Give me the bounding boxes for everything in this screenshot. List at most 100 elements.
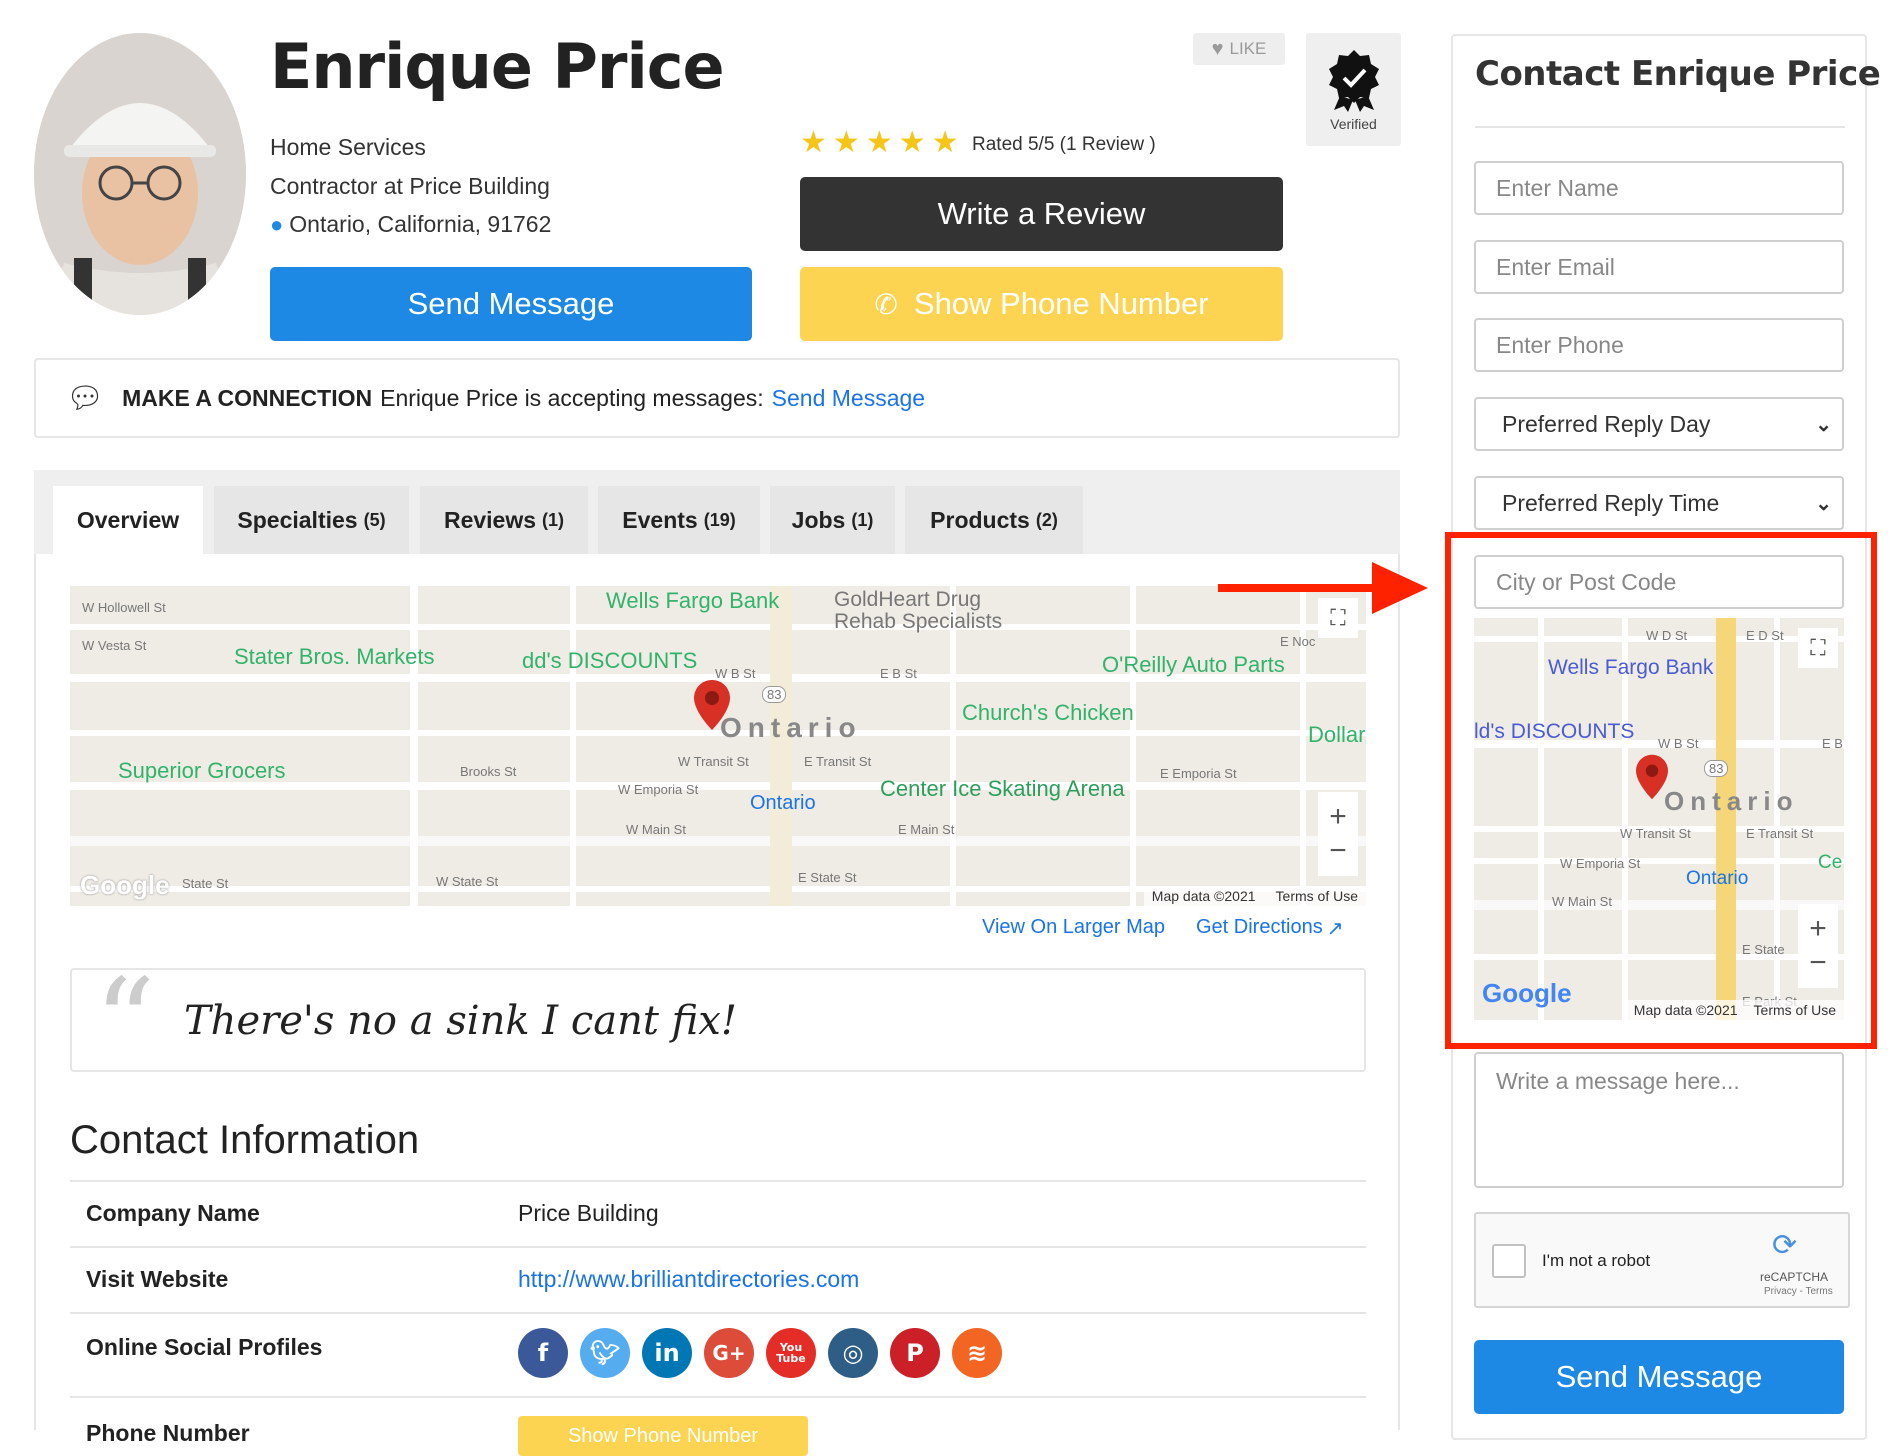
rating-text: Rated 5/5 (1 Review ) [972,134,1156,155]
city-label: Ontario [720,712,862,743]
reply-time-select[interactable]: Preferred Reply Time ⌄ [1474,476,1844,530]
zoom-in-button[interactable]: + [1329,800,1347,834]
send-message-button[interactable]: Send Message [270,267,752,341]
place-label[interactable]: Wells Fargo Bank [1548,656,1713,680]
connection-bar: 💬︎ MAKE A CONNECTION Enrique Price is ac… [34,358,1400,438]
zoom-in-button[interactable]: + [1809,912,1827,946]
place-label[interactable]: Superior Grocers [118,758,286,784]
place-label[interactable]: GoldHeart Drug [834,588,981,612]
location-map[interactable]: W Hollowell St W Vesta St W B St E B St … [70,586,1366,906]
profile-location: ● Ontario, California, 91762 [270,211,551,238]
tab-specialties[interactable]: Specialties (5) [214,486,409,554]
sidebar-map[interactable]: W D St E D St W B St E B W Transit St E … [1474,618,1844,1020]
recaptcha-logo-icon: ⟳ [1772,1229,1798,1262]
place-label[interactable]: dd's DISCOUNTS [522,648,697,674]
street-label: W Emporia St [1560,856,1641,871]
external-link-icon: ↗ [1326,918,1344,940]
recaptcha-label: I'm not a robot [1542,1251,1651,1270]
tab-count: (1) [542,509,565,530]
transit-label[interactable]: Ontario [750,792,816,815]
quote-text: There's no a sink I cant fix! [184,998,737,1044]
twitter-icon[interactable]: 🐦︎ [580,1328,630,1378]
zoom-out-button[interactable]: − [1809,946,1827,980]
rss-icon[interactable]: ≋ [952,1328,1002,1378]
place-label[interactable]: Church's Chicken [962,700,1134,726]
instagram-icon[interactable]: ◎ [828,1328,878,1378]
chevron-down-icon: ⌄ [1815,492,1832,515]
tab-count: (5) [363,509,386,530]
quote-box: “ There's no a sink I cant fix! [70,954,1366,1093]
map-road [950,586,956,906]
email-input[interactable]: Enter Email [1474,240,1844,294]
street-label: E Transit St [1746,826,1814,841]
phone-input[interactable]: Enter Phone [1474,318,1844,372]
transit-label[interactable]: Ontario [1686,868,1748,890]
city-postcode-input[interactable]: City or Post Code [1474,555,1844,609]
pinterest-icon[interactable]: P [890,1328,940,1378]
place-label[interactable]: Ce [1818,852,1842,874]
tab-jobs[interactable]: Jobs (1) [770,486,895,554]
tab-reviews[interactable]: Reviews (1) [420,486,588,554]
place-label[interactable]: Center Ice Skating Arena [880,776,1125,802]
show-phone-label: Show Phone Number [913,286,1209,321]
row-label: Online Social Profiles [86,1334,323,1360]
map-data-text: Map data ©2021 [1151,888,1256,904]
city-label: Ontario [1664,786,1799,816]
place-label: Rehab Specialists [834,610,1003,633]
star-icon: ★ [931,126,959,159]
tab-label: Jobs [791,506,846,533]
chevron-down-icon: ⌄ [1815,413,1832,436]
show-phone-small-button[interactable]: Show Phone Number [518,1416,808,1456]
map-marker-icon[interactable] [694,680,730,730]
map-road [410,586,418,906]
star-icon: ★ [865,126,893,159]
company-name-value: Price Building [518,1200,659,1226]
recaptcha-links[interactable]: Privacy - Terms [1764,1286,1833,1297]
divider [1475,126,1845,128]
zoom-out-button[interactable]: − [1329,834,1347,868]
terms-link[interactable]: Terms of Use [1276,888,1358,904]
website-link[interactable]: http://www.brilliantdirectories.com [518,1266,859,1293]
star-icon: ★ [898,126,926,159]
show-phone-button[interactable]: ✆ Show Phone Number [800,267,1283,341]
award-badge-icon [1328,49,1379,112]
street-label: E Main St [898,822,955,837]
place-label[interactable]: O'Reilly Auto Parts [1102,652,1285,678]
get-directions-label: Get Directions [1196,916,1323,938]
tab-label: Overview [76,506,180,533]
name-input[interactable]: Enter Name [1474,161,1844,215]
tab-events[interactable]: Events (19) [598,486,760,554]
map-road [1774,618,1780,1020]
google-plus-icon[interactable]: G+ [704,1328,754,1378]
tab-count: (19) [703,509,736,530]
street-label: W Vesta St [82,638,147,653]
linkedin-icon[interactable]: in [642,1328,692,1378]
map-road [1130,586,1136,906]
fullscreen-icon[interactable]: ⛶ [1798,628,1838,668]
form-send-message-button[interactable]: Send Message [1474,1340,1844,1414]
place-label[interactable]: Stater Bros. Markets [234,644,435,670]
get-directions-link[interactable]: Get Directions ↗ [1196,916,1343,941]
tab-products[interactable]: Products (2) [905,486,1083,554]
recaptcha-checkbox[interactable] [1492,1244,1526,1278]
tab-overview[interactable]: Overview [53,486,203,554]
place-label[interactable]: Dollar [1308,722,1365,748]
heart-icon: ♥ [1211,37,1224,60]
verified-label: Verified [1330,115,1377,132]
map-road [570,586,576,906]
map-attribution: Map data ©2021 Terms of Use [1625,1000,1844,1020]
fullscreen-icon[interactable]: ⛶ [1318,598,1358,638]
street-label: W Transit St [678,754,749,769]
connection-send-message-link[interactable]: Send Message [772,385,925,412]
map-marker-icon[interactable] [1636,754,1668,800]
message-textarea[interactable]: Write a message here... [1474,1052,1844,1188]
youtube-icon[interactable]: You Tube [766,1328,816,1378]
like-button[interactable]: ♥ LIKE [1193,33,1285,65]
place-label[interactable]: Wells Fargo Bank [606,588,779,614]
reply-day-select[interactable]: Preferred Reply Day ⌄ [1474,397,1844,451]
place-label[interactable]: ld's DISCOUNTS [1474,720,1634,744]
facebook-icon[interactable]: f [518,1328,568,1378]
write-review-button[interactable]: Write a Review [800,177,1283,251]
terms-link[interactable]: Terms of Use [1754,1002,1836,1018]
view-larger-map-link[interactable]: View On Larger Map [982,916,1165,939]
